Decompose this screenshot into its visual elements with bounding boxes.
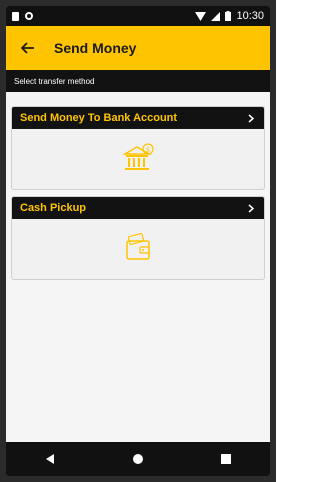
battery-icon xyxy=(225,11,232,21)
select-method-subheader: Select transfer method xyxy=(6,70,270,92)
back-arrow-icon[interactable] xyxy=(18,38,38,58)
nav-recents-square-icon[interactable] xyxy=(214,447,238,471)
signal-icon xyxy=(211,11,221,21)
chevron-right-icon xyxy=(246,203,256,213)
system-nav-bar xyxy=(6,442,270,476)
nav-home-circle-icon[interactable] xyxy=(126,447,150,471)
cash-pickup-label: Cash Pickup xyxy=(20,202,87,214)
sim-card-icon xyxy=(12,11,19,21)
wallet-cash-icon xyxy=(126,232,150,260)
cash-pickup-card[interactable]: Cash Pickup xyxy=(11,196,265,280)
svg-text:$: $ xyxy=(146,146,150,154)
bank-transfer-card[interactable]: Send Money To Bank Account $ xyxy=(11,106,265,190)
status-bar: 10:30 xyxy=(6,6,270,26)
wifi-icon xyxy=(195,11,207,21)
device-frame: 10:30 Send Money Select transfer method … xyxy=(0,0,276,482)
page-title: Send Money xyxy=(54,40,137,56)
status-right: 10:30 xyxy=(195,10,264,22)
nav-back-triangle-icon[interactable] xyxy=(38,447,62,471)
cash-pickup-body[interactable] xyxy=(12,219,264,277)
bank-transfer-label: Send Money To Bank Account xyxy=(20,112,178,124)
phone-screen: 10:30 Send Money Select transfer method … xyxy=(6,6,270,476)
bank-money-icon: $ xyxy=(122,143,154,170)
app-bar: Send Money xyxy=(6,26,270,70)
status-left xyxy=(12,11,33,21)
bank-transfer-body[interactable]: $ xyxy=(12,129,264,187)
cash-pickup-header[interactable]: Cash Pickup xyxy=(12,197,264,219)
subheader-text: Select transfer method xyxy=(14,76,95,86)
bank-transfer-header[interactable]: Send Money To Bank Account xyxy=(12,107,264,129)
status-time: 10:30 xyxy=(236,10,264,22)
notification-dot-icon xyxy=(25,12,33,20)
chevron-right-icon xyxy=(246,113,256,123)
